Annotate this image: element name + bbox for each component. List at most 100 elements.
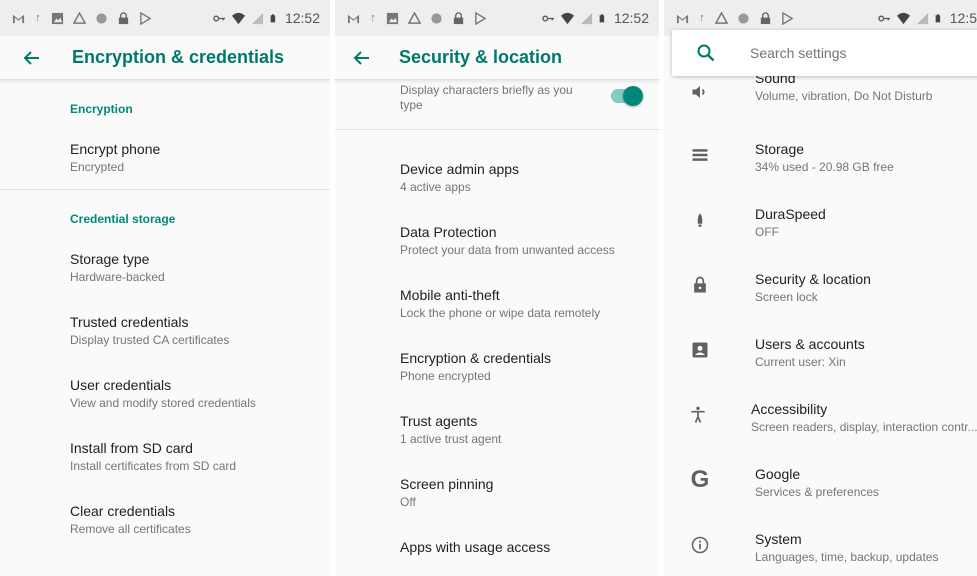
vpn-key-icon	[213, 15, 226, 21]
settings-item-duraspeed[interactable]: DuraSpeed OFF	[664, 206, 977, 239]
item-title: Google	[755, 466, 801, 482]
settings-list: Encryption Encrypt phone Encrypted Crede…	[0, 102, 330, 536]
item-title: Security & location	[755, 271, 871, 287]
toggle-knob	[623, 86, 643, 106]
vpn-key-icon	[878, 15, 890, 21]
usb-icon	[700, 14, 704, 22]
settings-item-storage[interactable]: Storage 34% used - 20.98 GB free	[664, 141, 977, 174]
drive-icon	[73, 11, 86, 24]
page-title: Encryption & credentials	[72, 47, 285, 67]
rocket-icon	[688, 208, 712, 232]
pref-user-credentials[interactable]: User credentials View and modify stored …	[0, 377, 330, 410]
volume-icon	[688, 80, 712, 104]
pref-title: Data Protection	[400, 224, 497, 240]
dot-icon	[96, 12, 107, 24]
pref-trusted-credentials[interactable]: Trusted credentials Display trusted CA c…	[0, 314, 330, 347]
dot-icon	[738, 12, 749, 24]
settings-item-users-accounts[interactable]: Users & accounts Current user: Xin	[664, 336, 977, 369]
pref-data-protection[interactable]: Data Protection Protect your data from u…	[335, 224, 659, 257]
security-location-screen: 12:52 Security & location Display charac…	[335, 0, 659, 576]
play-store-icon	[140, 11, 152, 25]
pref-mobile-anti-theft[interactable]: Mobile anti-theft Lock the phone or wipe…	[335, 287, 659, 320]
pref-encryption-credentials[interactable]: Encryption & credentials Phone encrypted	[335, 350, 659, 383]
clock: 12:5	[949, 10, 977, 26]
show-passwords-toggle[interactable]	[611, 86, 643, 106]
item-summary: OFF	[755, 225, 779, 239]
play-store-icon	[475, 11, 487, 25]
item-title: Users & accounts	[755, 336, 865, 352]
item-title: Accessibility	[751, 401, 828, 417]
pref-summary: Lock the phone or wipe data remotely	[400, 306, 601, 320]
lock-icon	[688, 273, 712, 297]
pref-summary: Remove all certificates	[70, 522, 191, 536]
pref-title: Encrypt phone	[70, 141, 161, 157]
item-title: System	[755, 531, 802, 547]
settings-item-google[interactable]: G Google Services & preferences	[664, 466, 977, 499]
divider	[0, 189, 330, 190]
gmail-icon	[12, 14, 25, 23]
back-arrow-icon[interactable]	[352, 48, 372, 68]
accessibility-icon	[688, 403, 708, 427]
settings-home-screen: 12:5 Search settings Sound Volume, vibrat…	[664, 0, 977, 576]
settings-item-security-location[interactable]: Security & location Screen lock	[664, 271, 977, 304]
search-bar[interactable]: Search settings	[672, 30, 977, 76]
pref-title: Clear credentials	[70, 503, 176, 519]
lock-icon	[453, 11, 464, 24]
pref-summary: Encrypted	[70, 160, 125, 174]
pref-summary: 4 active apps	[400, 180, 471, 194]
section-header-credential-storage: Credential storage	[70, 212, 176, 226]
pref-summary: Off	[400, 495, 416, 509]
clock: 12:52	[284, 10, 320, 26]
pref-summary: Hardware-backed	[70, 270, 165, 284]
settings-item-sound[interactable]: Sound Volume, vibration, Do Not Disturb	[664, 70, 977, 104]
battery-icon	[935, 13, 940, 22]
pref-title: Install from SD card	[70, 440, 193, 456]
pref-title: Mobile anti-theft	[400, 287, 500, 303]
pref-title: Apps with usage access	[400, 539, 551, 555]
item-summary: 34% used - 20.98 GB free	[755, 160, 894, 174]
dot-icon	[431, 12, 442, 24]
pref-summary: Display characters briefly as you type	[400, 83, 573, 112]
pref-summary: View and modify stored credentials	[70, 396, 256, 410]
usb-icon	[36, 14, 40, 22]
image-icon	[51, 12, 64, 24]
pref-title: Trusted credentials	[70, 314, 189, 330]
battery-icon	[270, 13, 276, 22]
item-summary: Services & preferences	[755, 485, 880, 499]
back-arrow-icon[interactable]	[22, 48, 42, 68]
vpn-key-icon	[542, 15, 555, 21]
pref-trust-agents[interactable]: Trust agents 1 active trust agent	[335, 413, 659, 446]
app-bar: Security & location	[335, 36, 659, 80]
item-summary: Screen lock	[755, 290, 818, 304]
image-icon	[386, 12, 399, 24]
pref-clear-credentials[interactable]: Clear credentials Remove all certificate…	[0, 503, 330, 536]
encryption-credentials-screen: 12:52 Encryption & credentials Encryptio…	[0, 0, 330, 576]
search-placeholder: Search settings	[750, 45, 847, 61]
pref-screen-pinning[interactable]: Screen pinning Off	[335, 476, 659, 509]
pref-install-from-sd[interactable]: Install from SD card Install certificate…	[0, 440, 330, 473]
settings-item-accessibility[interactable]: Accessibility Screen readers, display, in…	[664, 401, 977, 434]
pref-show-passwords[interactable]: Display characters briefly as you type	[335, 83, 659, 127]
pref-title: Storage type	[70, 251, 150, 267]
status-bar: 12:52	[0, 0, 330, 36]
pref-title: Screen pinning	[400, 476, 494, 492]
signal-icon	[916, 12, 928, 24]
item-summary: Languages, time, backup, updates	[755, 550, 939, 564]
pref-storage-type[interactable]: Storage type Hardware-backed	[0, 251, 330, 284]
settings-list: Display characters briefly as you type D…	[335, 83, 659, 555]
storage-icon	[688, 143, 712, 167]
signal-icon	[580, 12, 593, 24]
pref-summary: 1 active trust agent	[400, 432, 502, 446]
pref-title: Encryption & credentials	[400, 350, 551, 366]
clock: 12:52	[613, 10, 649, 26]
settings-item-system[interactable]: System Languages, time, backup, updates	[664, 531, 977, 564]
wifi-icon	[231, 12, 245, 24]
gmail-icon	[676, 14, 689, 23]
pref-encrypt-phone[interactable]: Encrypt phone Encrypted	[0, 141, 330, 174]
pref-apps-usage-access[interactable]: Apps with usage access	[335, 539, 659, 555]
search-icon	[697, 44, 715, 62]
pref-device-admin-apps[interactable]: Device admin apps 4 active apps	[335, 161, 659, 194]
pref-summary: Install certificates from SD card	[70, 459, 237, 473]
app-bar: Encryption & credentials	[0, 36, 330, 80]
google-icon: G	[690, 466, 710, 493]
